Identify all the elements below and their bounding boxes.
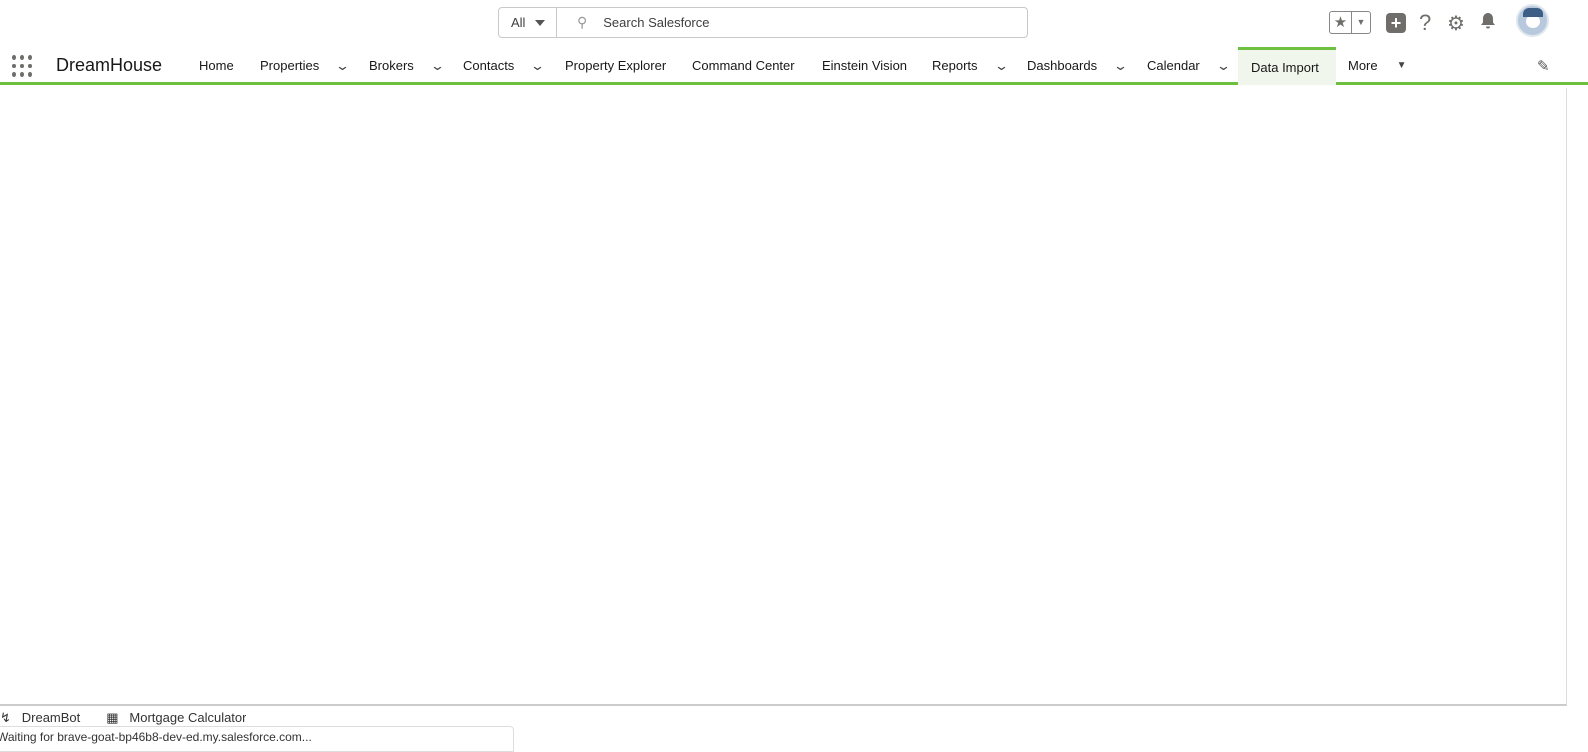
app-name: DreamHouse [56, 55, 163, 75]
nav-label: Properties [260, 58, 320, 73]
search-scope-label: All [511, 15, 526, 30]
chevron-down-icon[interactable]: ⌄ [1113, 58, 1128, 74]
favorites-button[interactable]: ★ ▼ [1329, 11, 1371, 34]
nav-calendar[interactable]: Calendar ⌄ [1147, 46, 1231, 85]
chevron-down-icon[interactable]: ⌄ [430, 58, 445, 74]
chevron-down-icon[interactable]: ⌄ [993, 58, 1008, 74]
nav-label: Contacts [463, 58, 515, 73]
nav-einstein-vision[interactable]: Einstein Vision [822, 46, 907, 85]
global-search: All ⚲ Search Salesforce [498, 7, 1028, 38]
status-text: Waiting for brave-goat-bp46b8-dev-ed.my.… [0, 730, 312, 744]
nav-data-import[interactable]: Data Import [1238, 47, 1336, 85]
nav-label: More [1348, 58, 1378, 73]
global-actions-icon[interactable]: + [1386, 13, 1406, 33]
nav-property-explorer[interactable]: Property Explorer [565, 46, 666, 85]
global-header: All ⚲ Search Salesforce ★ ▼ + ? ⚙ [0, 0, 1588, 46]
nav-properties[interactable]: Properties ⌄ [260, 46, 350, 85]
nav-dashboards[interactable]: Dashboards ⌄ [1027, 46, 1128, 85]
avatar[interactable] [1516, 4, 1549, 37]
bolt-icon: ↯ [0, 710, 11, 725]
utility-label: Mortgage Calculator [129, 710, 247, 725]
nav-contacts[interactable]: Contacts ⌄ [463, 46, 545, 85]
caret-down-icon: ▼ [1356, 17, 1366, 27]
calculator-icon: ▦ [106, 710, 119, 725]
caret-down-icon: ▼ [1396, 60, 1407, 71]
app-launcher-icon[interactable] [12, 55, 34, 77]
search-input[interactable]: ⚲ Search Salesforce [557, 8, 1027, 37]
gear-icon[interactable]: ⚙ [1447, 11, 1465, 36]
search-icon: ⚲ [577, 14, 588, 30]
help-icon[interactable]: ? [1419, 10, 1431, 36]
edit-nav-pencil-icon[interactable]: ✎ [1537, 46, 1550, 85]
nav-label: Calendar [1147, 58, 1200, 73]
search-scope-dropdown[interactable]: All [499, 8, 557, 37]
bell-icon[interactable] [1479, 12, 1497, 30]
nav-label: Reports [932, 58, 978, 73]
chevron-down-icon[interactable]: ⌄ [530, 58, 545, 74]
nav-label: Brokers [369, 58, 414, 73]
nav-more[interactable]: More ▼ [1348, 46, 1407, 85]
chevron-down-icon[interactable]: ⌄ [335, 58, 350, 74]
main-content [0, 88, 1567, 706]
nav-brokers[interactable]: Brokers ⌄ [369, 46, 445, 85]
utility-label: DreamBot [21, 710, 81, 725]
browser-status-bar: Waiting for brave-goat-bp46b8-dev-ed.my.… [0, 726, 514, 752]
nav-command-center[interactable]: Command Center [692, 46, 795, 85]
caret-down-icon [535, 19, 546, 26]
chevron-down-icon[interactable]: ⌄ [1216, 58, 1231, 74]
nav-home[interactable]: Home [199, 46, 234, 85]
search-placeholder: Search Salesforce [603, 15, 710, 30]
nav-label: Dashboards [1027, 58, 1098, 73]
star-icon: ★ [1330, 12, 1352, 33]
app-navigation: DreamHouse Home Properties ⌄ Brokers ⌄ Con… [0, 46, 1588, 85]
nav-reports[interactable]: Reports ⌄ [932, 46, 1009, 85]
